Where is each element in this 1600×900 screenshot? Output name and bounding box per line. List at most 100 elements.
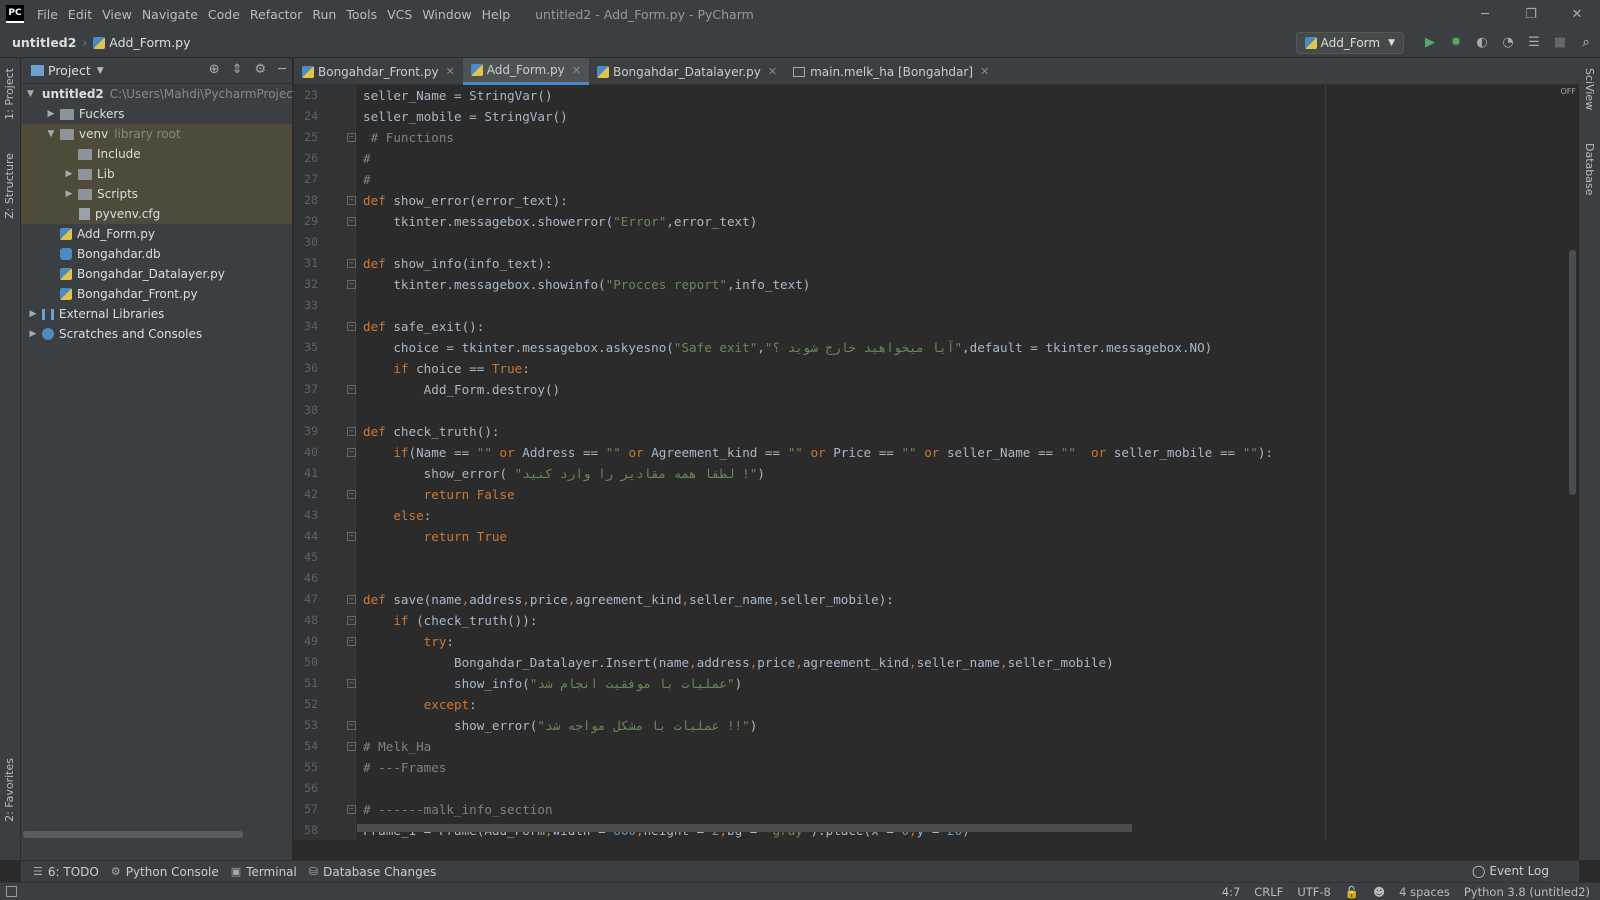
line-separator[interactable]: CRLF	[1254, 885, 1283, 899]
menu-item-vcs[interactable]: VCS	[387, 7, 412, 22]
close-tab-icon[interactable]: ✕	[572, 64, 581, 77]
debug-icon[interactable]: ✹	[1446, 32, 1466, 52]
database-tool-tab[interactable]: Database	[1583, 143, 1596, 196]
tree-item[interactable]: ▼ untitled2 C:\Users\Mahdi\PycharmProjects	[21, 84, 304, 104]
run-configuration-select[interactable]: Add_Form ▼	[1295, 32, 1404, 54]
menu-item-run[interactable]: Run	[312, 7, 336, 22]
fold-marker-icon[interactable]: −	[347, 259, 356, 268]
sciview-tool-tab[interactable]: SciView	[1583, 68, 1596, 110]
editor-vertical-scrollbar[interactable]	[1569, 250, 1576, 495]
fold-marker-icon[interactable]: −	[347, 742, 356, 751]
fold-marker-icon[interactable]: −	[347, 322, 356, 331]
menu-item-window[interactable]: Window	[422, 7, 471, 22]
layout-toggle-icon[interactable]	[6, 886, 17, 897]
fold-marker-icon[interactable]: −	[347, 280, 356, 289]
tree-item[interactable]: ▶ Scratches and Consoles	[21, 324, 292, 344]
file-encoding[interactable]: UTF-8	[1297, 885, 1331, 899]
close-icon[interactable]: ✕	[1554, 0, 1600, 28]
tool-window-tab[interactable]: ⚙ Python Console	[111, 865, 219, 879]
inspector-icon[interactable]: ☻	[1373, 885, 1385, 899]
collapsed-arrow-icon[interactable]: ▶	[45, 109, 57, 119]
minimize-icon[interactable]: ─	[1462, 0, 1508, 28]
concurrency-icon[interactable]: ☰	[1524, 32, 1544, 52]
tree-item[interactable]: pyvenv.cfg	[21, 204, 292, 224]
fold-marker-icon[interactable]: −	[347, 637, 356, 646]
project-panel-title[interactable]: Project	[48, 63, 91, 78]
tool-window-tab[interactable]: ▣ Terminal	[231, 865, 297, 879]
event-log-button[interactable]: ◯ Event Log	[1472, 864, 1549, 878]
fold-marker-icon[interactable]: −	[347, 133, 356, 142]
collapsed-arrow-icon[interactable]: ▶	[27, 309, 39, 319]
tree-item[interactable]: Include	[21, 144, 292, 164]
expanded-arrow-icon[interactable]: ▼	[27, 89, 34, 99]
structure-tool-tab[interactable]: Z: Structure	[3, 153, 16, 219]
locate-icon[interactable]: ⊕	[209, 62, 220, 77]
gear-icon[interactable]: ⚙	[255, 62, 267, 77]
tree-item[interactable]: ▶ Fuckers	[21, 104, 292, 124]
tool-window-tab[interactable]: ☰ 6: TODO	[33, 865, 99, 879]
close-tab-icon[interactable]: ✕	[768, 65, 777, 78]
fold-marker-icon[interactable]: −	[347, 721, 356, 730]
close-tab-icon[interactable]: ✕	[446, 65, 455, 78]
stop-icon[interactable]: ■	[1550, 32, 1570, 52]
fold-marker-icon[interactable]: −	[347, 532, 356, 541]
indent-setting[interactable]: 4 spaces	[1399, 885, 1450, 899]
menu-item-help[interactable]: Help	[482, 7, 511, 22]
menu-item-view[interactable]: View	[102, 7, 132, 22]
search-icon[interactable]: ⌕	[1576, 32, 1596, 52]
editor-tab[interactable]: Bongahdar_Datalayer.py ✕	[589, 58, 785, 85]
collapsed-arrow-icon[interactable]: ▶	[27, 329, 39, 339]
collapsed-arrow-icon[interactable]: ▶	[63, 189, 75, 199]
menu-item-edit[interactable]: Edit	[68, 7, 92, 22]
code-content[interactable]: seller_Name = StringVar() seller_mobile =…	[363, 85, 1273, 840]
breadcrumb-file[interactable]: Add_Form.py	[109, 35, 190, 50]
close-tab-icon[interactable]: ✕	[980, 65, 989, 78]
fold-marker-icon[interactable]: −	[347, 805, 356, 814]
tree-item[interactable]: ▶ External Libraries	[21, 304, 292, 324]
fold-marker-icon[interactable]: −	[347, 385, 356, 394]
expanded-arrow-icon[interactable]: ▼	[45, 129, 57, 139]
hide-icon[interactable]: ─	[278, 62, 286, 77]
menu-item-tools[interactable]: Tools	[346, 7, 377, 22]
tree-item[interactable]: ▶ Scripts	[21, 184, 292, 204]
editor-tab[interactable]: main.melk_ha [Bongahdar] ✕	[785, 58, 997, 85]
fold-marker-icon[interactable]: −	[347, 616, 356, 625]
tree-item[interactable]: ▶ Lib	[21, 164, 292, 184]
editor-tab[interactable]: Bongahdar_Front.py ✕	[294, 58, 463, 85]
editor-horizontal-scrollbar[interactable]	[357, 824, 1132, 832]
run-icon[interactable]: ▶	[1420, 32, 1440, 52]
project-tool-tab[interactable]: 1: Project	[3, 68, 16, 120]
menu-item-code[interactable]: Code	[208, 7, 240, 22]
fold-marker-icon[interactable]: −	[347, 490, 356, 499]
code-editor[interactable]: seller_Name = StringVar() seller_mobile =…	[357, 85, 1579, 840]
breadcrumb-project[interactable]: untitled2	[12, 35, 76, 50]
tree-item[interactable]: Bongahdar_Datalayer.py	[21, 264, 292, 284]
collapsed-arrow-icon[interactable]: ▶	[63, 169, 75, 179]
profile-icon[interactable]: ◔	[1498, 32, 1518, 52]
python-interpreter[interactable]: Python 3.8 (untitled2)	[1464, 885, 1590, 899]
collapse-all-icon[interactable]: ⇕	[232, 62, 243, 77]
lock-icon[interactable]: 🔓	[1345, 885, 1359, 899]
fold-marker-icon[interactable]: −	[347, 427, 356, 436]
fold-marker-icon[interactable]: −	[347, 196, 356, 205]
tree-item[interactable]: Add_Form.py	[21, 224, 292, 244]
fold-marker-icon[interactable]: −	[347, 679, 356, 688]
tool-window-tab[interactable]: ⛁ Database Changes	[309, 865, 437, 879]
project-horizontal-scrollbar[interactable]	[23, 831, 243, 838]
menu-item-refactor[interactable]: Refactor	[250, 7, 302, 22]
fold-marker-icon[interactable]: −	[347, 217, 356, 226]
restore-icon[interactable]: ❐	[1508, 0, 1554, 28]
caret-position[interactable]: 4:7	[1222, 885, 1241, 899]
editor-tab[interactable]: Add_Form.py ✕	[462, 58, 589, 85]
menu-item-navigate[interactable]: Navigate	[142, 7, 198, 22]
inspection-off-label[interactable]: OFF	[1561, 87, 1577, 96]
tree-item[interactable]: ▼ venv library root	[21, 124, 292, 144]
fold-marker-icon[interactable]: −	[347, 448, 356, 457]
favorites-tool-tab[interactable]: 2: Favorites	[3, 758, 16, 822]
tree-item[interactable]: Bongahdar.db	[21, 244, 292, 264]
menu-item-file[interactable]: File	[37, 7, 58, 22]
chevron-down-icon[interactable]: ▼	[97, 66, 104, 76]
fold-marker-icon[interactable]: −	[347, 595, 356, 604]
coverage-icon[interactable]: ◐	[1472, 32, 1492, 52]
tree-item[interactable]: Bongahdar_Front.py	[21, 284, 292, 304]
